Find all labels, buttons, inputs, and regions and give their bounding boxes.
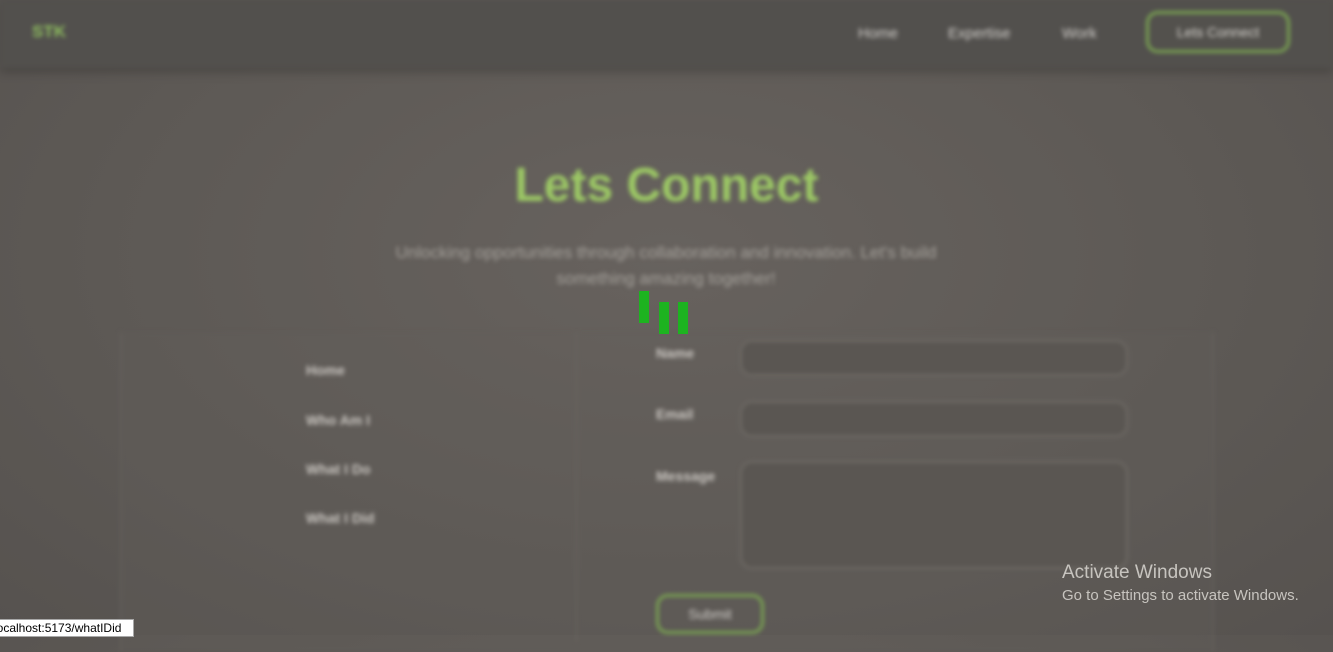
- activate-windows-subtitle: Go to Settings to activate Windows.: [1062, 587, 1299, 604]
- panel-divider: [576, 332, 577, 642]
- submit-button[interactable]: Submit: [656, 594, 764, 634]
- activate-windows-title: Activate Windows: [1062, 562, 1212, 583]
- message-field[interactable]: [740, 461, 1128, 569]
- email-label: Email: [656, 406, 694, 422]
- sidebar-item-what-i-do[interactable]: What I Do: [306, 461, 371, 477]
- name-label: Name: [656, 345, 695, 361]
- page-subtitle: Unlocking opportunities through collabor…: [395, 243, 937, 288]
- navbar: STK Home Expertise Work Lets Connect: [0, 0, 1333, 68]
- page-title: Lets Connect: [514, 159, 819, 212]
- loader-bar: [659, 302, 669, 334]
- loader-bar: [678, 302, 688, 334]
- link-status-bar: localhost:5173/whatIDid: [0, 619, 135, 637]
- nav-link-home[interactable]: Home: [858, 25, 898, 42]
- logo[interactable]: STK: [32, 22, 66, 42]
- loader-bar: [639, 291, 649, 323]
- sidebar-item-home[interactable]: Home: [306, 362, 345, 378]
- lets-connect-button[interactable]: Lets Connect: [1146, 11, 1290, 53]
- sidebar-item-who-am-i[interactable]: Who Am I: [306, 412, 370, 428]
- email-field[interactable]: [740, 401, 1128, 437]
- message-label: Message: [656, 468, 716, 484]
- status-url: localhost:5173/whatIDid: [0, 621, 122, 635]
- nav-link-expertise[interactable]: Expertise: [948, 25, 1011, 42]
- sidebar-item-what-i-did[interactable]: What I Did: [306, 510, 374, 526]
- nav-link-work[interactable]: Work: [1062, 25, 1097, 42]
- name-field[interactable]: [740, 340, 1128, 376]
